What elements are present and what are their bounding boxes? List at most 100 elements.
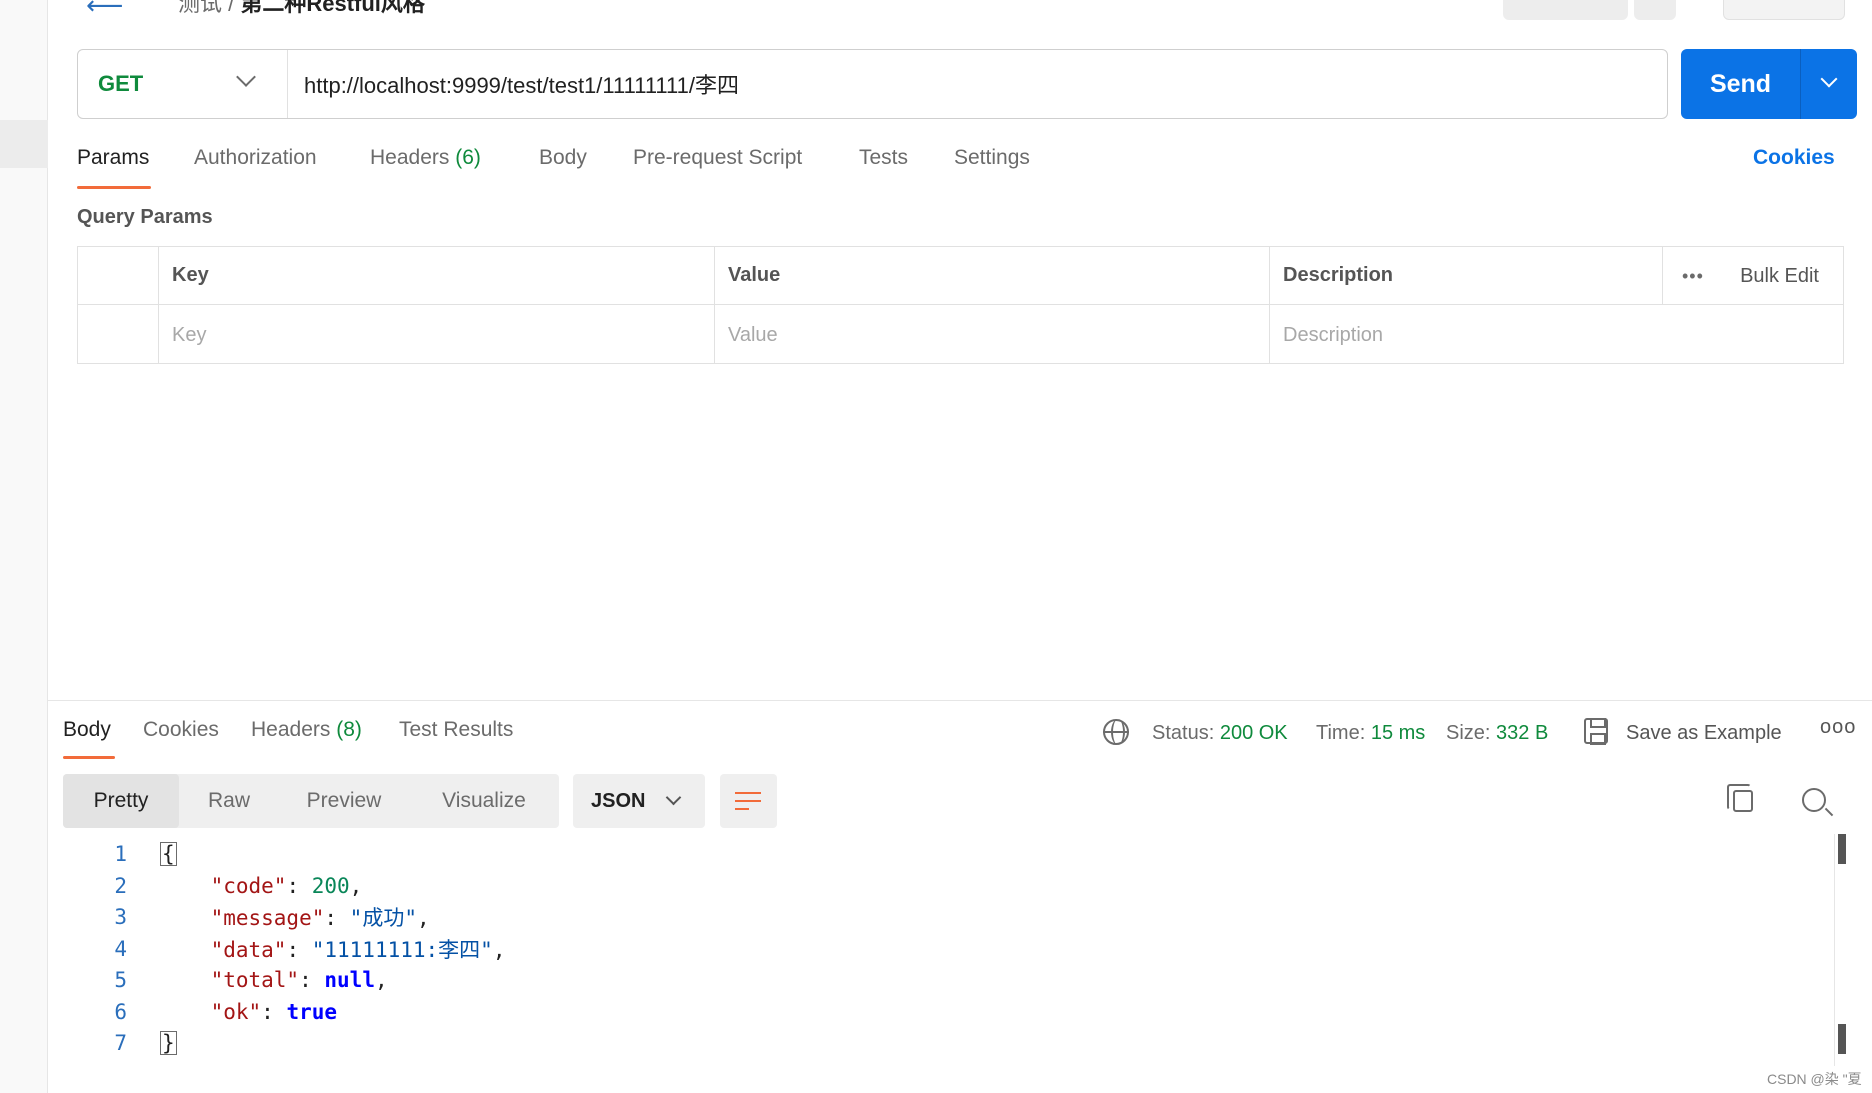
url-input[interactable]: http://localhost:9999/test/test1/1111111…: [288, 68, 739, 100]
edit-button[interactable]: [1634, 0, 1676, 20]
size-info[interactable]: Size: 332 B: [1446, 718, 1548, 748]
tab-label: Test Results: [399, 718, 514, 741]
value-input[interactable]: Value: [714, 306, 778, 364]
code-line: 6 "ok": true: [63, 996, 337, 1028]
tab-label: Pre-request Script: [633, 146, 803, 169]
wrap-icon: [735, 792, 761, 794]
line-number: 4: [114, 937, 127, 961]
wrap-icon-line: [735, 800, 761, 802]
size-value: 332 B: [1496, 721, 1549, 744]
close-brace: }: [160, 1031, 177, 1055]
status-value: 200 OK: [1219, 721, 1288, 744]
active-tab-indicator: [63, 756, 115, 759]
json-key: "code": [210, 874, 287, 898]
top-bar: ⟵ 测试 / 第二种Restful风格: [48, 0, 1872, 20]
tab-label: Authorization: [194, 146, 317, 169]
code-line: 5 "total": null,: [63, 964, 387, 996]
tab-label: Settings: [954, 146, 1030, 169]
code-line: 1 {: [63, 838, 177, 870]
json-key: "data": [210, 938, 287, 962]
table-row: Key Value Description: [78, 306, 1843, 364]
response-body-editor[interactable]: 1 { 2 "code": 200, 3 "message": "成功", 4 …: [63, 838, 1823, 1070]
send-button[interactable]: Send: [1681, 49, 1801, 119]
query-params-title: Query Params: [77, 206, 213, 228]
tab-settings[interactable]: Settings: [954, 146, 1030, 170]
tab-label: Headers: [370, 146, 450, 169]
key-input[interactable]: Key: [158, 306, 206, 364]
tab-label: Body: [539, 146, 587, 169]
left-sidebar: [0, 0, 48, 1093]
method-select[interactable]: GET: [78, 50, 288, 118]
view-mode-group: Pretty Raw Preview Visualize: [63, 774, 559, 828]
tab-pre-request-script[interactable]: Pre-request Script: [633, 146, 802, 170]
description-input[interactable]: Description: [1269, 306, 1383, 364]
more-options-icon[interactable]: •••: [1682, 247, 1704, 305]
more-options-icon[interactable]: ooo: [1820, 716, 1856, 739]
tab-test-results[interactable]: Test Results: [399, 718, 513, 742]
breadcrumb-parent[interactable]: 测试: [178, 0, 222, 16]
tab-response-headers[interactable]: Headers (8): [251, 718, 362, 742]
headers-count: (6): [455, 146, 481, 169]
json-value: "成功": [349, 906, 417, 930]
tab-label: Body: [63, 718, 111, 741]
send-options-button[interactable]: [1801, 49, 1857, 119]
scrollbar-thumb[interactable]: [1838, 1024, 1846, 1054]
tab-response-body[interactable]: Body: [63, 718, 111, 742]
bulk-edit-button[interactable]: Bulk Edit: [1740, 247, 1819, 305]
time-info[interactable]: Time: 15 ms: [1316, 718, 1425, 748]
tab-authorization[interactable]: Authorization: [194, 146, 317, 170]
wrap-lines-button[interactable]: [720, 774, 777, 828]
tab-label: Tests: [859, 146, 909, 169]
format-select[interactable]: JSON: [573, 774, 705, 828]
tab-tests[interactable]: Tests: [859, 146, 908, 170]
chevron-down-icon: [665, 789, 682, 806]
scrollbar-thumb[interactable]: [1838, 834, 1846, 864]
view-preview-button[interactable]: Preview: [279, 774, 409, 828]
view-pretty-button[interactable]: Pretty: [63, 774, 179, 828]
code-line: 2 "code": 200,: [63, 870, 362, 902]
json-value: "11111111:李四": [311, 938, 493, 962]
query-params-table: Key Value Description ••• Bulk Edit Key …: [77, 246, 1844, 364]
scrollbar[interactable]: [1834, 834, 1846, 1066]
back-arrow-icon[interactable]: ⟵: [86, 0, 123, 21]
globe-icon[interactable]: [1103, 719, 1129, 745]
column-header-key: Key: [172, 264, 209, 286]
line-number: 1: [114, 842, 127, 866]
search-icon[interactable]: [1802, 788, 1826, 812]
view-raw-button[interactable]: Raw: [179, 774, 279, 828]
json-key: "ok": [210, 1000, 262, 1024]
table-header-row: Key Value Description ••• Bulk Edit: [78, 247, 1843, 305]
line-number: 2: [114, 874, 127, 898]
line-number: 5: [114, 968, 127, 992]
save-dropdown-button[interactable]: [1503, 0, 1628, 20]
json-value: true: [286, 1000, 338, 1024]
status-info[interactable]: Status: 200 OK: [1152, 718, 1288, 748]
json-key: "message": [210, 906, 325, 930]
open-brace: {: [160, 842, 177, 866]
column-header-value: Value: [728, 264, 781, 286]
wrap-icon-line: [735, 808, 749, 810]
tab-params[interactable]: Params: [77, 146, 149, 170]
tab-label: Cookies: [143, 718, 219, 741]
copy-icon[interactable]: [1727, 784, 1753, 812]
tab-headers[interactable]: Headers (6): [370, 146, 481, 170]
code-line: 3 "message": "成功",: [63, 901, 429, 933]
active-tab-indicator: [77, 186, 151, 189]
format-label: JSON: [591, 789, 646, 812]
watermark: CSDN @染 "夏: [1767, 1071, 1862, 1087]
view-toggle-group[interactable]: [1723, 0, 1845, 20]
code-line: 7 }: [63, 1027, 177, 1059]
send-button-group: Send: [1681, 49, 1857, 119]
view-visualize-button[interactable]: Visualize: [409, 774, 559, 828]
code-line: 4 "data": "11111111:李四",: [63, 933, 505, 965]
status-label: Status:: [1152, 721, 1215, 744]
cookies-link[interactable]: Cookies: [1753, 146, 1835, 170]
tab-label: Headers: [251, 718, 331, 741]
line-number: 6: [114, 1000, 127, 1024]
sidebar-selected-item[interactable]: [0, 120, 48, 168]
tab-body[interactable]: Body: [539, 146, 587, 170]
tab-response-cookies[interactable]: Cookies: [143, 718, 219, 742]
json-value: 200: [311, 874, 350, 898]
pane-divider[interactable]: [48, 700, 1872, 701]
save-as-example-button[interactable]: Save as Example: [1626, 718, 1782, 748]
